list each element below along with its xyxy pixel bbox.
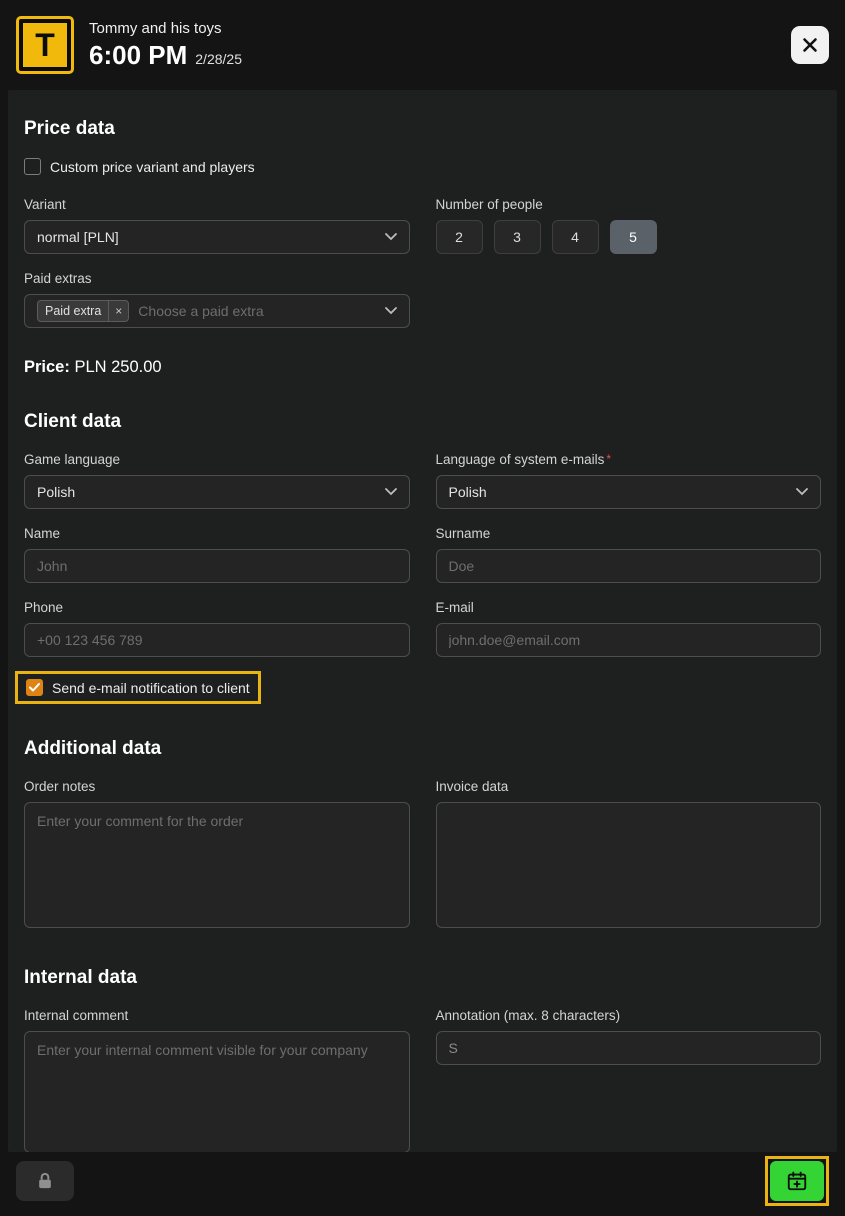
- phone-label: Phone: [24, 600, 410, 615]
- notify-checkbox-label: Send e-mail notification to client: [52, 680, 250, 696]
- name-label: Name: [24, 526, 410, 541]
- additional-data-heading: Additional data: [24, 738, 821, 760]
- custom-price-checkbox[interactable]: [24, 158, 41, 175]
- surname-label: Surname: [436, 526, 822, 541]
- people-option-5-selected[interactable]: 5: [610, 220, 657, 254]
- people-option-4[interactable]: 4: [552, 220, 599, 254]
- phone-field[interactable]: [24, 623, 410, 657]
- event-date: 2/28/25: [195, 51, 242, 67]
- game-language-value: Polish: [37, 484, 377, 500]
- surname-field-wrap: Surname: [436, 509, 822, 583]
- variant-label: Variant: [24, 197, 410, 212]
- booking-form: Price data Custom price variant and play…: [8, 90, 837, 1152]
- annotation-label: Annotation (max. 8 characters): [436, 1008, 822, 1023]
- chevron-down-icon: [385, 488, 397, 496]
- internal-comment-textarea[interactable]: [24, 1031, 410, 1152]
- invoice-textarea[interactable]: [436, 802, 822, 928]
- game-language-field: Game language Polish: [24, 435, 410, 509]
- app-logo: T: [19, 19, 71, 71]
- annotation-field-wrap: Annotation (max. 8 characters): [436, 991, 822, 1152]
- paid-extras-label: Paid extras: [24, 271, 410, 286]
- people-field: Number of people 2 3 4 5: [436, 180, 822, 254]
- price-total-value: PLN 250.00: [74, 358, 161, 376]
- invoice-field-wrap: Invoice data: [436, 762, 822, 933]
- variant-select[interactable]: normal [PLN]: [24, 220, 410, 254]
- email-language-field: Language of system e-mails* Polish: [436, 435, 822, 509]
- email-language-label: Language of system e-mails*: [436, 452, 822, 467]
- event-time: 6:00 PM: [89, 40, 187, 71]
- client-data-heading: Client data: [24, 411, 821, 433]
- custom-price-checkbox-label: Custom price variant and players: [50, 159, 255, 175]
- order-notes-label: Order notes: [24, 779, 410, 794]
- people-button-group: 2 3 4 5: [436, 220, 822, 254]
- chevron-down-icon: [796, 488, 808, 496]
- logo-letter: T: [35, 27, 55, 64]
- modal-header: T Tommy and his toys 6:00 PM 2/28/25: [0, 0, 845, 90]
- people-label: Number of people: [436, 197, 822, 212]
- email-language-label-text: Language of system e-mails: [436, 452, 605, 467]
- notify-checkbox-checked[interactable]: [26, 679, 43, 696]
- lock-button[interactable]: [16, 1161, 74, 1201]
- phone-field-wrap: Phone: [24, 583, 410, 657]
- close-button[interactable]: [791, 26, 829, 64]
- notify-checkbox-highlight: Send e-mail notification to client: [15, 671, 261, 704]
- price-total: Price: PLN 250.00: [24, 358, 821, 377]
- notes-row: Order notes Invoice data: [24, 762, 821, 933]
- email-language-value: Polish: [449, 484, 789, 500]
- game-language-select[interactable]: Polish: [24, 475, 410, 509]
- language-row: Game language Polish Language of system …: [24, 435, 821, 509]
- variant-field: Variant normal [PLN]: [24, 180, 410, 254]
- email-field[interactable]: [436, 623, 822, 657]
- modal-footer: [0, 1152, 845, 1216]
- custom-price-checkbox-row[interactable]: Custom price variant and players: [24, 158, 255, 175]
- variant-people-row: Variant normal [PLN] Number of people 2 …: [24, 180, 821, 254]
- price-data-heading: Price data: [24, 118, 821, 140]
- event-datetime: 6:00 PM 2/28/25: [89, 40, 242, 71]
- paid-extras-field: Paid extras Paid extra × Choose a paid e…: [24, 254, 410, 328]
- email-label: E-mail: [436, 600, 822, 615]
- internal-comment-field-wrap: Internal comment: [24, 991, 410, 1152]
- save-button-highlight: [765, 1156, 829, 1206]
- check-icon: [29, 683, 40, 692]
- people-option-2[interactable]: 2: [436, 220, 483, 254]
- chevron-down-icon: [385, 307, 397, 315]
- annotation-field[interactable]: [436, 1031, 822, 1065]
- invoice-label: Invoice data: [436, 779, 822, 794]
- remove-tag-icon[interactable]: ×: [108, 301, 128, 321]
- event-info: Tommy and his toys 6:00 PM 2/28/25: [89, 20, 242, 71]
- email-field-wrap: E-mail: [436, 583, 822, 657]
- calendar-plus-icon: [786, 1170, 808, 1192]
- price-total-label: Price:: [24, 358, 70, 376]
- order-notes-field-wrap: Order notes: [24, 762, 410, 933]
- booking-modal: T Tommy and his toys 6:00 PM 2/28/25 Pri…: [0, 0, 845, 1216]
- save-reservation-button[interactable]: [770, 1161, 824, 1201]
- paid-extras-spacer: [436, 254, 822, 328]
- paid-extras-placeholder: Choose a paid extra: [138, 303, 376, 319]
- variant-selected-value: normal [PLN]: [37, 229, 377, 245]
- paid-extras-row: Paid extras Paid extra × Choose a paid e…: [24, 254, 821, 328]
- contact-row: Phone E-mail: [24, 583, 821, 657]
- paid-extra-tag: Paid extra ×: [37, 300, 129, 322]
- paid-extras-select[interactable]: Paid extra × Choose a paid extra: [24, 294, 410, 328]
- internal-comment-label: Internal comment: [24, 1008, 410, 1023]
- game-language-label: Game language: [24, 452, 410, 467]
- email-language-select[interactable]: Polish: [436, 475, 822, 509]
- required-asterisk: *: [606, 452, 611, 466]
- internal-row: Internal comment Annotation (max. 8 char…: [24, 991, 821, 1152]
- name-field-wrap: Name: [24, 509, 410, 583]
- event-title: Tommy and his toys: [89, 20, 242, 37]
- name-row: Name Surname: [24, 509, 821, 583]
- notify-checkbox-row[interactable]: Send e-mail notification to client: [26, 679, 250, 696]
- lock-icon: [35, 1171, 55, 1191]
- internal-data-heading: Internal data: [24, 967, 821, 989]
- surname-field[interactable]: [436, 549, 822, 583]
- chevron-down-icon: [385, 233, 397, 241]
- order-notes-textarea[interactable]: [24, 802, 410, 928]
- name-field[interactable]: [24, 549, 410, 583]
- people-option-3[interactable]: 3: [494, 220, 541, 254]
- paid-extra-tag-label: Paid extra: [38, 301, 108, 321]
- close-icon: [802, 37, 818, 53]
